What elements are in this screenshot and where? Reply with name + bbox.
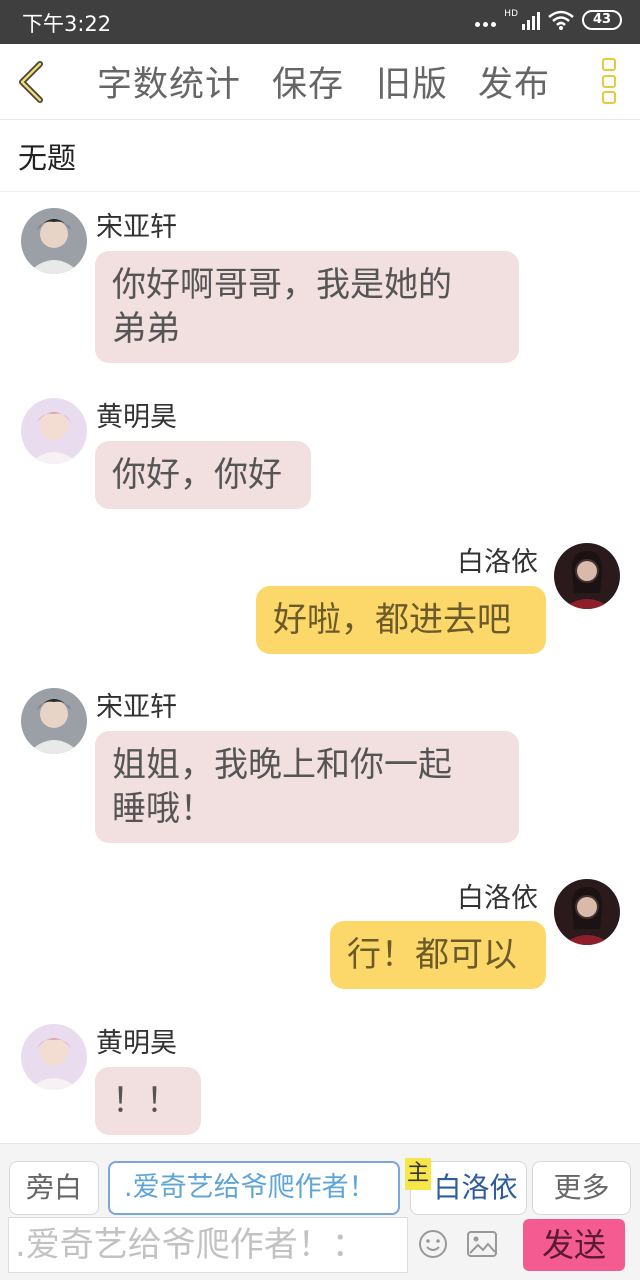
avatar-image-icon <box>21 1024 87 1090</box>
message-line: 你好啊哥哥，我是她的 <box>112 265 452 305</box>
status-icons: HD 43 <box>475 10 622 30</box>
avatar[interactable] <box>21 398 87 464</box>
more-menu-icon[interactable] <box>602 58 616 104</box>
message-line: 睡哦！ <box>112 789 214 829</box>
message-line: 弟弟 <box>112 309 180 349</box>
avatar-image-icon <box>554 543 620 609</box>
send-button[interactable]: 发送 <box>523 1219 625 1271</box>
avatar-image-icon <box>554 879 620 945</box>
sender-name: 黄明昊 <box>96 1028 177 1059</box>
role-name-input[interactable]: .爱奇艺给爷爬作者！ <box>108 1161 400 1215</box>
wifi-icon <box>548 10 574 30</box>
message-bubble[interactable]: 好啦，都进去吧 <box>256 586 546 654</box>
sender-name: 白洛依 <box>457 883 538 914</box>
avatar[interactable] <box>21 208 87 274</box>
status-bar: 下午3:22 HD 43 <box>0 0 640 44</box>
network-type-label: HD <box>504 9 518 19</box>
avatar-image-icon <box>21 398 87 464</box>
main-role-tag: 主 <box>405 1158 431 1190</box>
message-bubble[interactable]: 你好啊哥哥，我是她的 弟弟 <box>95 251 519 363</box>
signal-icon <box>522 10 540 30</box>
title-row[interactable]: 无题 <box>0 120 640 192</box>
avatar[interactable] <box>554 543 620 609</box>
main-role-label: 白洛依 <box>433 1171 518 1204</box>
old-version-button[interactable]: 旧版 <box>376 56 448 107</box>
status-time: 下午3:22 <box>22 12 112 36</box>
message-input[interactable]: .爱奇艺给爷爬作者！： <box>8 1217 408 1273</box>
avatar-image-icon <box>21 688 87 754</box>
message-line: 行！都可以 <box>347 935 517 975</box>
publish-button[interactable]: 发布 <box>478 56 550 107</box>
sender-name: 黄明昊 <box>96 402 177 433</box>
image-icon[interactable] <box>467 1230 497 1258</box>
avatar[interactable] <box>21 688 87 754</box>
message-bubble[interactable]: 行！都可以 <box>330 921 546 989</box>
battery-icon: 43 <box>582 10 622 30</box>
message-bubble[interactable]: ！！ <box>95 1067 201 1135</box>
avatar[interactable] <box>21 1024 87 1090</box>
narration-button[interactable]: 旁白 <box>9 1161 99 1215</box>
message-line: 你好，你好 <box>112 455 282 495</box>
chat-list[interactable]: 宋亚轩 你好啊哥哥，我是她的 弟弟 黄明昊 你好，你好 白洛依 好啦，都进去吧 … <box>0 193 640 1143</box>
message-line: 好啦，都进去吧 <box>273 600 511 640</box>
document-title[interactable]: 无题 <box>18 135 76 177</box>
message-line: ！！ <box>112 1081 180 1121</box>
more-button[interactable]: 更多 <box>532 1161 631 1215</box>
sender-name: 宋亚轩 <box>96 212 177 243</box>
emoji-icon[interactable] <box>418 1229 448 1259</box>
editor-toolbar: 字数统计 保存 旧版 发布 <box>0 44 640 120</box>
save-button[interactable]: 保存 <box>272 56 344 107</box>
avatar-image-icon <box>21 208 87 274</box>
word-count-button[interactable]: 字数统计 <box>97 56 241 107</box>
more-notifications-icon <box>475 10 497 30</box>
sender-name: 白洛依 <box>457 547 538 578</box>
message-bubble[interactable]: 姐姐，我晚上和你一起 睡哦！ <box>95 731 519 843</box>
avatar[interactable] <box>554 879 620 945</box>
back-icon[interactable] <box>14 60 50 104</box>
composer: 旁白 .爱奇艺给爷爬作者！ 白洛依 主 更多 .爱奇艺给爷爬作者！： 发送 <box>0 1143 640 1280</box>
message-bubble[interactable]: 你好，你好 <box>95 441 311 509</box>
sender-name: 宋亚轩 <box>96 692 177 723</box>
message-line: 姐姐，我晚上和你一起 <box>112 745 452 785</box>
